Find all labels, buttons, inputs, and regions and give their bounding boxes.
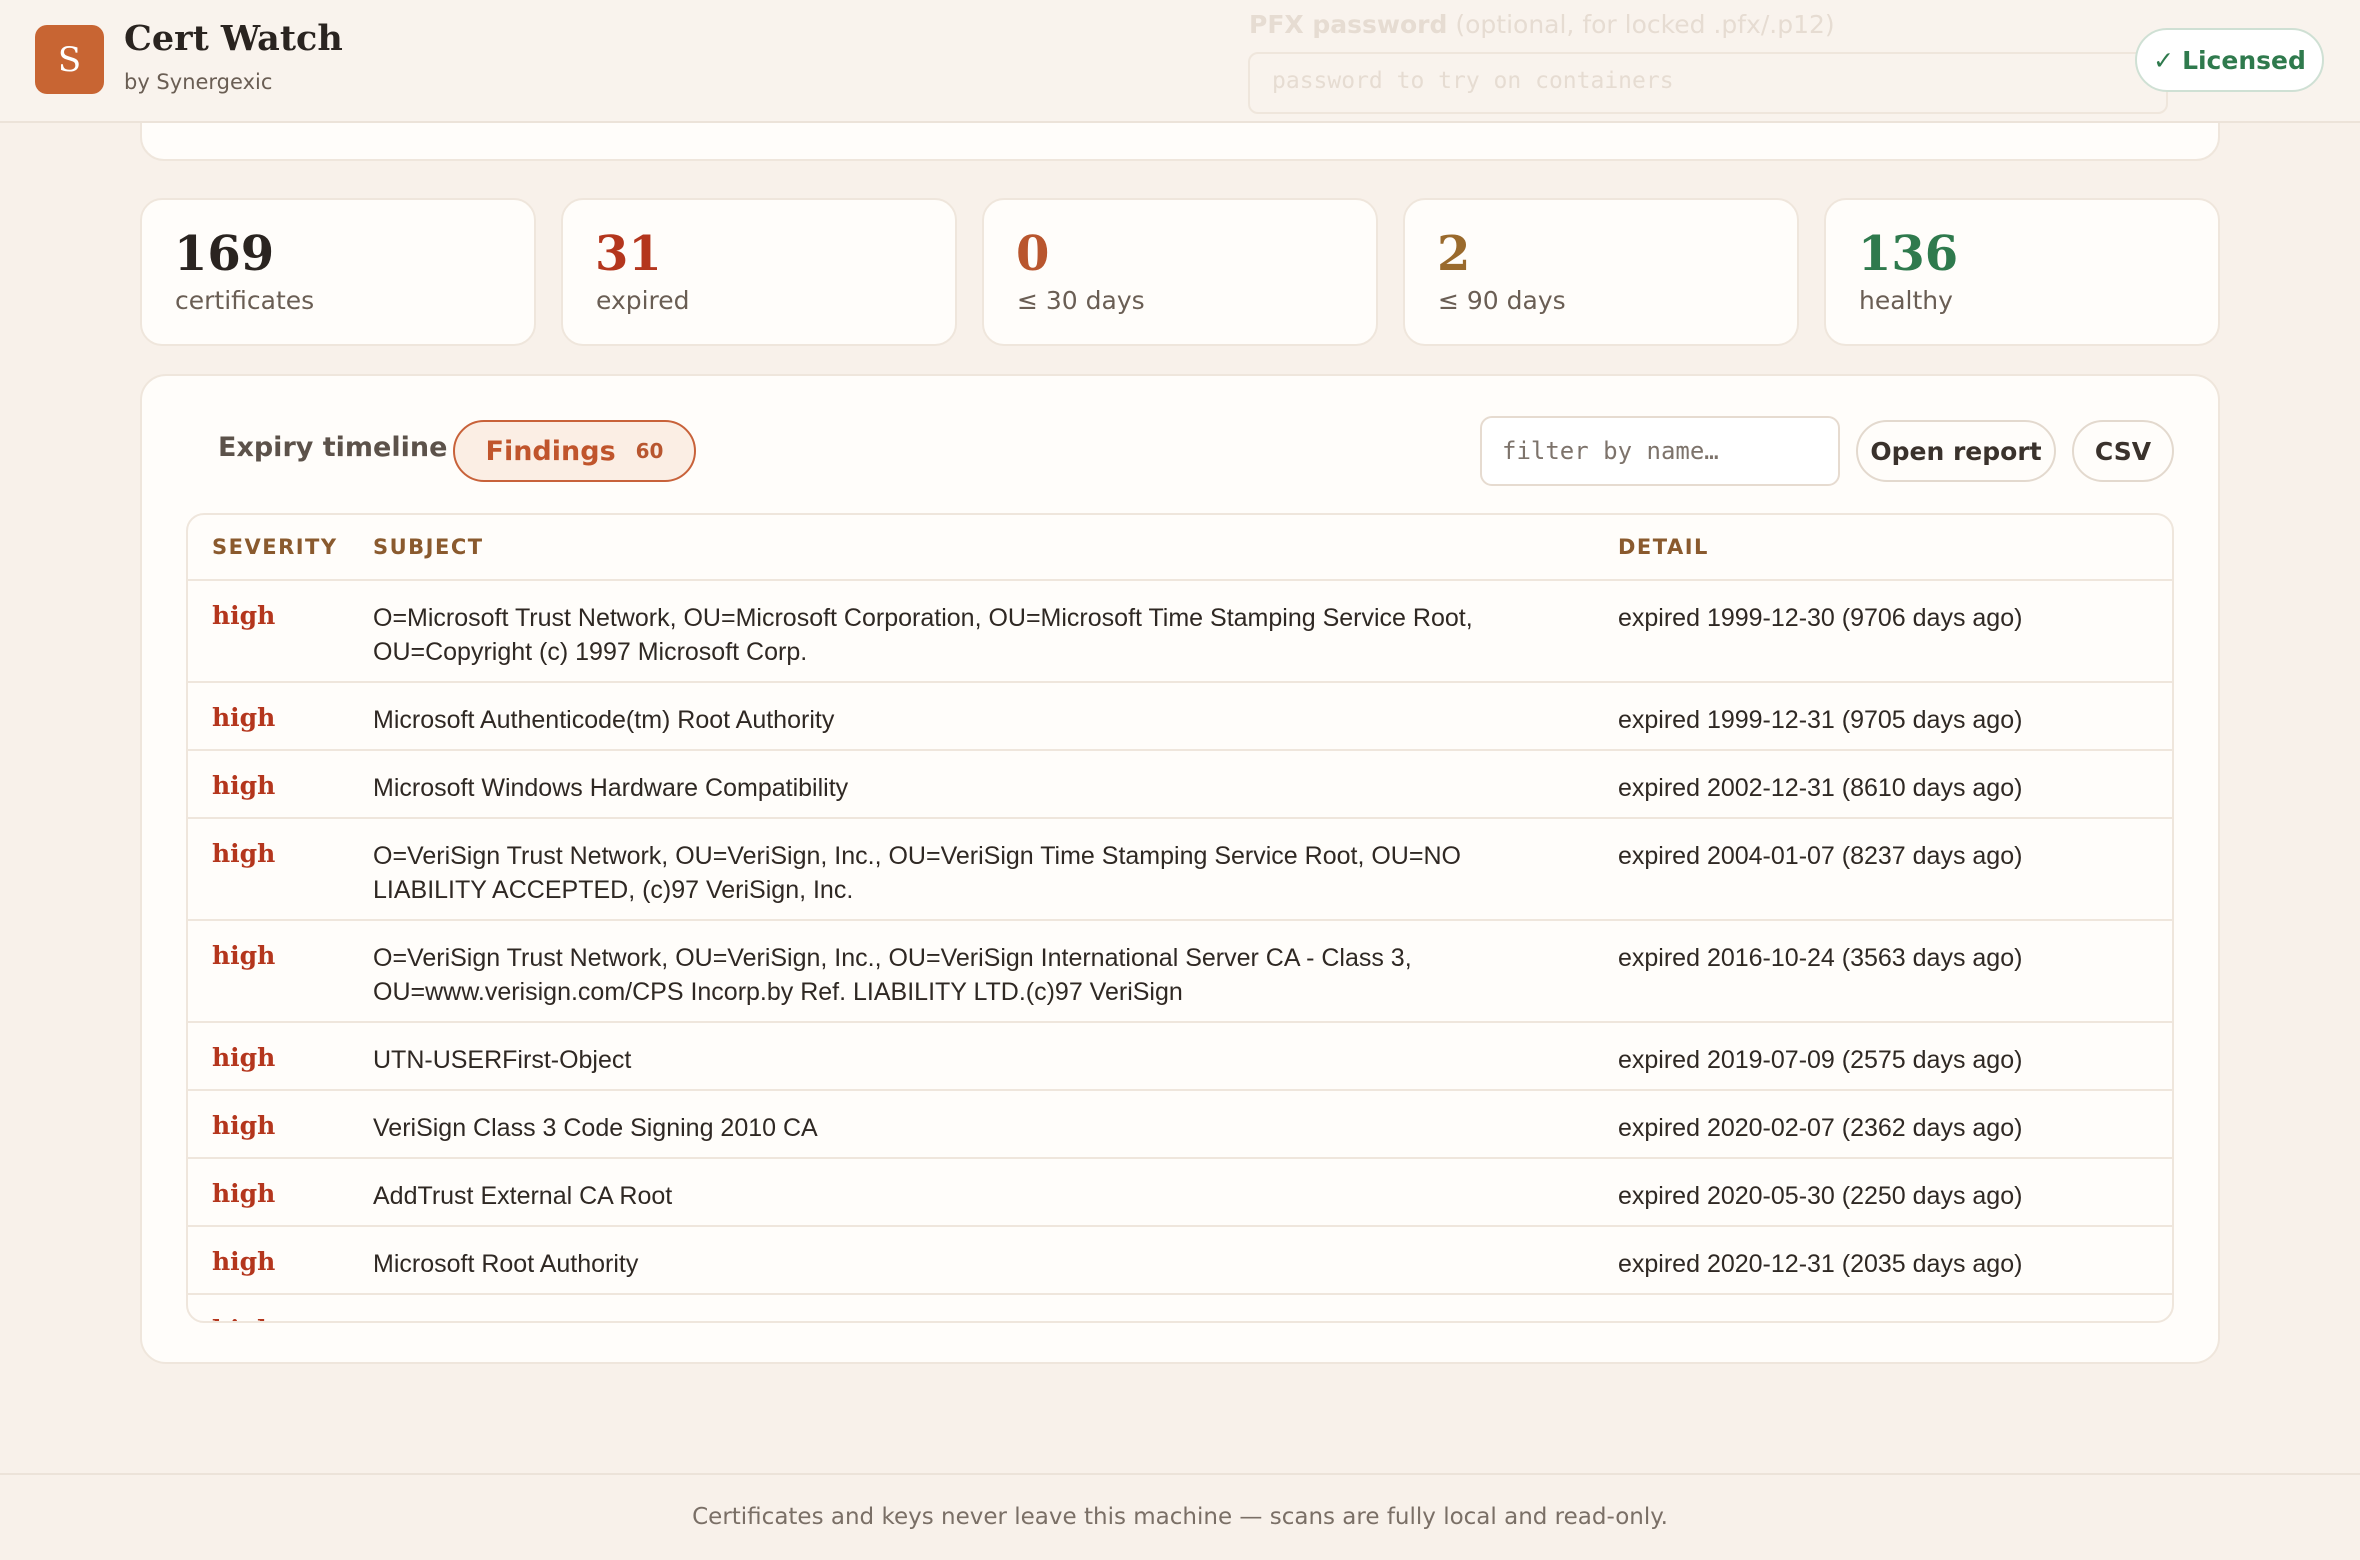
licensed-badge[interactable]: ✓ Licensed	[2135, 28, 2324, 92]
tab-findings[interactable]: Findings 60	[453, 420, 696, 482]
subject-cell: AddTrust External CA Root	[373, 1182, 673, 1210]
stat-label: expired	[596, 286, 690, 315]
findings-count-badge: 60	[635, 439, 664, 463]
detail-cell: expired 2019-07-09 (2575 days ago)	[1618, 1046, 2023, 1074]
severity-cell: high	[212, 1179, 276, 1208]
severity-cell: high	[212, 1043, 276, 1072]
detail-cell: expired 2020-12-31 (2034 days ago)	[1618, 1315, 2022, 1321]
table-row[interactable]: high Microsoft Windows Hardware Compatib…	[188, 751, 2172, 819]
severity-cell: high	[212, 1111, 276, 1140]
tab-expiry-timeline[interactable]: Expiry timeline	[218, 432, 447, 463]
stat-30-days: 0 ≤ 30 days	[982, 198, 1378, 346]
tab-findings-label: Findings	[485, 435, 616, 467]
table-row[interactable]: high Microsoft Root Authority expired 20…	[188, 1227, 2172, 1295]
detail-cell: expired 1999-12-30 (9706 days ago)	[1618, 604, 2023, 632]
table-row[interactable]: high Microsoft Authenticode(tm) Root Aut…	[188, 683, 2172, 751]
pfx-password-title: PFX password	[1249, 10, 1448, 39]
header-subject[interactable]: SUBJECT	[373, 535, 484, 559]
findings-table: SEVERITY SUBJECT DETAIL high O=Microsoft…	[186, 513, 2174, 1323]
stat-value: 169	[174, 226, 275, 282]
app-title: Cert Watch	[124, 18, 343, 59]
detail-cell: expired 2020-05-30 (2250 days ago)	[1618, 1182, 2023, 1210]
table-header: SEVERITY SUBJECT DETAIL	[188, 515, 2172, 581]
filter-input[interactable]	[1480, 416, 1840, 486]
subject-cell: Thawte Timestamping CA	[373, 1315, 1573, 1321]
app-header: S Cert Watch by Synergexic PFX password …	[0, 0, 2360, 123]
check-icon: ✓	[2153, 45, 2175, 75]
pfx-password-hint: (optional, for locked .pfx/.p12)	[1455, 10, 1835, 39]
stat-label: healthy	[1859, 286, 1953, 315]
severity-cell: high	[212, 1247, 276, 1276]
subject-cell: Microsoft Root Authority	[373, 1250, 639, 1278]
subject-cell: O=VeriSign Trust Network, OU=VeriSign, I…	[373, 944, 1412, 1006]
detail-cell: expired 2002-12-31 (8610 days ago)	[1618, 774, 2023, 802]
table-row[interactable]: high Thawte Timestamping CA expired 2020…	[188, 1295, 2172, 1321]
stat-value: 0	[1016, 226, 1050, 282]
footer-privacy-note: Certificates and keys never leave this m…	[692, 1504, 1668, 1530]
stat-healthy: 136 healthy	[1824, 198, 2220, 346]
detail-cell: expired 2016-10-24 (3563 days ago)	[1618, 944, 2023, 972]
detail-cell: expired 1999-12-31 (9705 days ago)	[1618, 706, 2023, 734]
licensed-label: Licensed	[2182, 45, 2306, 75]
table-row[interactable]: high UTN-USERFirst-Object expired 2019-0…	[188, 1023, 2172, 1091]
severity-cell: high	[212, 941, 276, 970]
stat-90-days: 2 ≤ 90 days	[1403, 198, 1799, 346]
subject-cell: Microsoft Windows Hardware Compatibility	[373, 774, 849, 802]
subject-cell: O=VeriSign Trust Network, OU=VeriSign, I…	[373, 842, 1461, 904]
stat-label: ≤ 30 days	[1017, 286, 1145, 315]
stat-label: certificates	[175, 286, 315, 315]
detail-cell: expired 2004-01-07 (8237 days ago)	[1618, 842, 2023, 870]
header-detail[interactable]: DETAIL	[1618, 535, 1709, 559]
subject-cell: UTN-USERFirst-Object	[373, 1046, 632, 1074]
subject-cell: Microsoft Authenticode(tm) Root Authorit…	[373, 706, 835, 734]
stat-value: 31	[595, 226, 662, 282]
detail-cell: expired 2020-12-31 (2035 days ago)	[1618, 1250, 2023, 1278]
app-logo: S	[35, 25, 104, 94]
open-report-button[interactable]: Open report	[1856, 420, 2056, 482]
subject-cell: VeriSign Class 3 Code Signing 2010 CA	[373, 1114, 818, 1142]
table-row[interactable]: high VeriSign Class 3 Code Signing 2010 …	[188, 1091, 2172, 1159]
severity-cell: high	[212, 771, 276, 800]
stat-certificates: 169 certificates	[140, 198, 536, 346]
pfx-password-label: PFX password (optional, for locked .pfx/…	[1249, 10, 1835, 39]
stat-value: 2	[1437, 226, 1471, 282]
csv-button[interactable]: CSV	[2072, 420, 2174, 482]
stat-expired: 31 expired	[561, 198, 957, 346]
table-row[interactable]: high O=Microsoft Trust Network, OU=Micro…	[188, 581, 2172, 683]
table-row[interactable]: high O=VeriSign Trust Network, OU=VeriSi…	[188, 921, 2172, 1023]
app-subtitle: by Synergexic	[124, 70, 273, 94]
stat-label: ≤ 90 days	[1438, 286, 1566, 315]
pfx-password-input[interactable]: password to try on containers	[1248, 52, 2168, 114]
severity-cell: high	[212, 601, 276, 630]
table-row[interactable]: high O=VeriSign Trust Network, OU=VeriSi…	[188, 819, 2172, 921]
severity-cell: high	[212, 703, 276, 732]
detail-cell: expired 2020-02-07 (2362 days ago)	[1618, 1114, 2023, 1142]
stat-value: 136	[1858, 226, 1959, 282]
subject-cell: O=Microsoft Trust Network, OU=Microsoft …	[373, 604, 1473, 666]
severity-cell: high	[212, 839, 276, 868]
table-row[interactable]: high AddTrust External CA Root expired 2…	[188, 1159, 2172, 1227]
severity-cell: high	[212, 1315, 275, 1321]
header-severity[interactable]: SEVERITY	[212, 535, 338, 559]
